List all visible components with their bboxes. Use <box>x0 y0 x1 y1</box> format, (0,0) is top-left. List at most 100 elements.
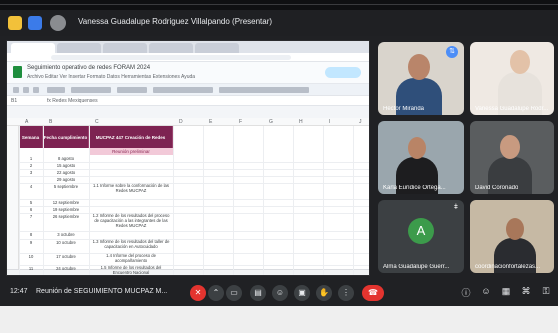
first-task-cell[interactable]: Reunión preliminar <box>89 148 173 155</box>
task-cell[interactable]: 1.2 Informe de los resultados del proces… <box>91 213 171 228</box>
mic-options-chevron-icon[interactable]: ⌃ <box>208 285 224 301</box>
task-cell[interactable]: 1.4 Informe del proceso de acompañamient… <box>91 253 171 263</box>
column-letter[interactable]: A <box>25 119 28 125</box>
browser-tab[interactable] <box>57 43 101 53</box>
text-format-tools[interactable] <box>153 87 213 93</box>
captions-button[interactable]: ▤ <box>250 285 266 301</box>
top-bezel <box>0 0 558 10</box>
align-tools[interactable] <box>219 87 309 93</box>
print-icon[interactable] <box>33 87 39 93</box>
fecha-cell[interactable]: 29 agosto <box>43 177 89 182</box>
spreadsheet-grid[interactable]: A B C D E F G H I J Semana Fecha cumplimiento MUC… <box>7 118 369 275</box>
participant-avatar: A <box>408 218 434 244</box>
formula-content[interactable]: fx Redes Mexiquenses <box>47 98 98 104</box>
participant-tile[interactable]: David Coronado <box>470 121 554 194</box>
zoom-select[interactable] <box>47 87 65 93</box>
fecha-cell[interactable]: 5 septiembre <box>43 184 89 189</box>
participant-tile[interactable]: Vanessa Guadalupe Rodr... <box>470 42 554 115</box>
activities-icon[interactable]: ⌘ <box>520 286 532 297</box>
semana-cell[interactable]: 8 <box>19 232 43 237</box>
raise-hand-button[interactable]: ✋ <box>316 285 332 301</box>
info-icon[interactable]: ⓘ <box>460 286 472 299</box>
browser-tab[interactable] <box>195 43 239 53</box>
fecha-cell[interactable]: 24 octubre <box>43 266 89 271</box>
semana-cell[interactable]: 10 <box>19 254 43 259</box>
fecha-cell[interactable]: 12 septiembre <box>43 200 89 205</box>
doc-menu-bar[interactable]: Archivo Editar Ver Insertar Formato Dato… <box>27 74 195 80</box>
fecha-cell[interactable]: 19 septiembre <box>43 207 89 212</box>
fecha-cell[interactable]: 8 agosto <box>43 156 89 161</box>
semana-cell[interactable]: 7 <box>19 214 43 219</box>
mic-off-button[interactable]: ✕ <box>190 285 206 301</box>
column-letter[interactable]: C <box>95 119 99 125</box>
format-tools[interactable] <box>71 87 111 93</box>
task-cell[interactable]: 1.3 Informe de los resultados del taller… <box>91 239 171 249</box>
browser-tab[interactable] <box>149 43 193 53</box>
semana-cell[interactable]: 5 <box>19 200 43 205</box>
semana-cell[interactable]: 11 <box>19 266 43 271</box>
font-select[interactable] <box>117 87 147 93</box>
meeting-title: Reunión de SEGUIMIENTO MUCPAZ M... <box>36 288 168 295</box>
sheets-logo-icon <box>13 66 22 78</box>
header-semana: Semana <box>19 126 43 148</box>
undo-icon[interactable] <box>13 87 19 93</box>
semana-cell[interactable]: 3 <box>19 170 43 175</box>
semana-cell[interactable]: 6 <box>19 207 43 212</box>
participant-tile[interactable]: coordinacionfortalezas... <box>470 200 554 273</box>
semana-cell[interactable]: 2 <box>19 163 43 168</box>
column-letter[interactable]: H <box>299 119 303 125</box>
task-cell[interactable]: 1.5 Informe de los resultados del Encuen… <box>91 265 171 275</box>
browser-tab[interactable] <box>11 43 55 53</box>
meet-controls-bar: 12:47 Reunión de SEGUIMIENTO MUCPAZ M...… <box>0 280 558 306</box>
formula-bar[interactable]: B1 fx Redes Mexiquenses <box>7 96 369 106</box>
column-letter[interactable]: J <box>359 119 362 125</box>
column-letter[interactable]: E <box>209 119 212 125</box>
app-switch-icon[interactable] <box>28 16 42 30</box>
fecha-cell[interactable]: 17 octubre <box>43 254 89 259</box>
header-mucpaz: MUCPAZ 447 Creación de Redes <box>89 126 173 148</box>
more-options-button[interactable]: ⋮ <box>338 285 354 301</box>
participant-tile[interactable]: ⇅ Héctor Miranda <box>378 42 464 115</box>
presenter-label: Vanessa Guadalupe Rodriguez Villalpando … <box>78 17 273 26</box>
semana-cell[interactable]: 4 <box>19 184 43 189</box>
address-bar[interactable] <box>7 53 369 62</box>
task-cell[interactable]: 1.1 Informe sobre la conformación de las… <box>91 183 171 193</box>
people-icon[interactable]: ☺ <box>480 286 492 296</box>
semana-cell[interactable]: 9 <box>19 240 43 245</box>
participant-tile[interactable]: Karla Eurídice Ortega... <box>378 121 464 194</box>
participant-tile[interactable]: ǂ A Alma Guadalupe Guerr... <box>378 200 464 273</box>
column-letter[interactable]: G <box>269 119 273 125</box>
fecha-cell[interactable]: 3 octubre <box>43 232 89 237</box>
clock-time: 12:47 <box>10 288 28 295</box>
share-button[interactable] <box>325 67 361 78</box>
doc-title[interactable]: Seguimiento operativo de redes FORAM 202… <box>27 65 150 71</box>
participant-name: coordinacionfortalezas... <box>475 264 541 270</box>
participant-name: Alma Guadalupe Guerr... <box>383 264 450 270</box>
url-field[interactable] <box>51 55 291 60</box>
emoji-button[interactable]: ☺ <box>272 285 288 301</box>
app-launcher-icon[interactable] <box>8 16 22 30</box>
pin-icon[interactable]: ⇅ <box>446 46 458 58</box>
shared-screen[interactable]: Seguimiento operativo de redes FORAM 202… <box>6 40 370 276</box>
end-call-button[interactable]: ☎ <box>362 285 384 301</box>
camera-button[interactable]: ▭ <box>226 285 242 301</box>
fecha-cell[interactable]: 15 agosto <box>43 163 89 168</box>
browser-tab-strip <box>7 41 369 53</box>
participant-video-face <box>408 54 430 80</box>
redo-icon[interactable] <box>23 87 29 93</box>
mic-off-icon: ǂ <box>453 204 458 211</box>
present-button[interactable]: ▣ <box>294 285 310 301</box>
column-letter[interactable]: B <box>49 119 52 125</box>
semana-cell[interactable]: 1 <box>19 156 43 161</box>
column-letter[interactable]: I <box>329 119 330 125</box>
fecha-cell[interactable]: 26 septiembre <box>43 214 89 219</box>
fecha-cell[interactable]: 22 agosto <box>43 170 89 175</box>
browser-tab[interactable] <box>103 43 147 53</box>
column-headers: A B C D E F G H I J <box>7 118 369 126</box>
fecha-cell[interactable]: 10 octubre <box>43 240 89 245</box>
host-controls-icon[interactable]: ⚿ <box>540 286 552 297</box>
chat-icon[interactable]: ▦ <box>500 286 512 297</box>
column-letter[interactable]: D <box>179 119 183 125</box>
participant-name: Vanessa Guadalupe Rodr... <box>475 106 549 112</box>
column-letter[interactable]: F <box>239 119 242 125</box>
